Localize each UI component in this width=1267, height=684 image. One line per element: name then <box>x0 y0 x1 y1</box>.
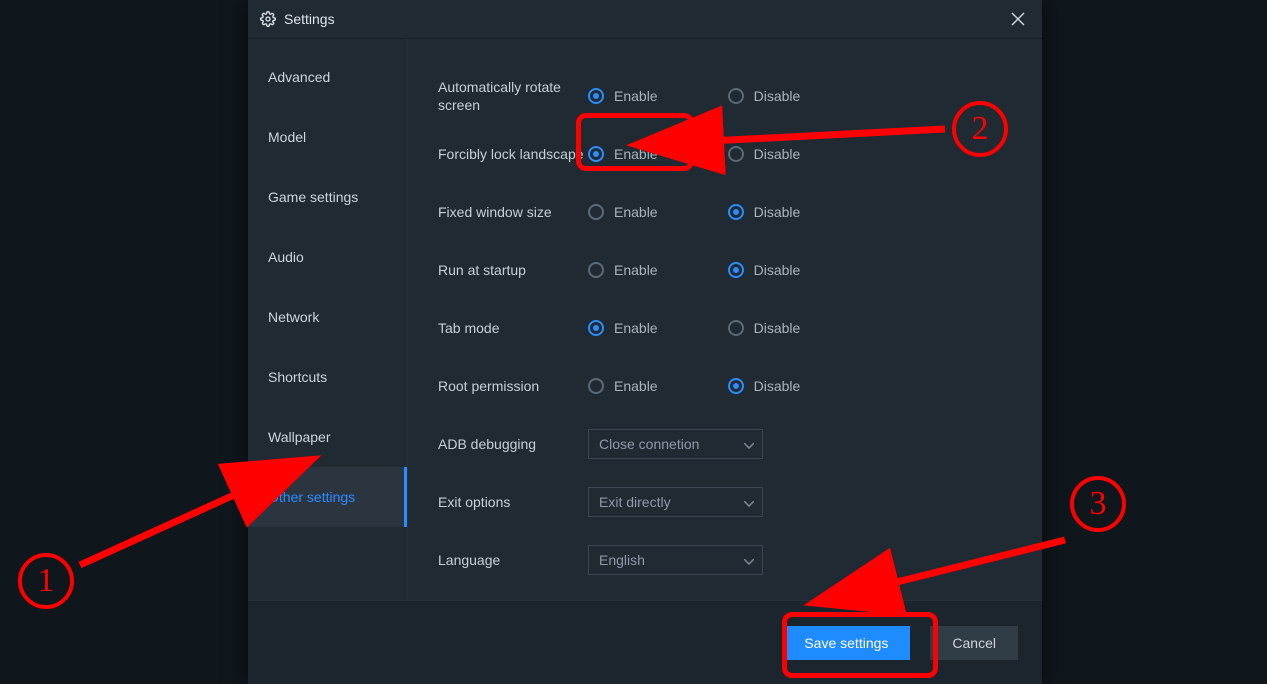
window-title: Settings <box>284 11 335 27</box>
row-fixed-window: Fixed window size Enable Disable <box>438 183 1012 241</box>
radio-disable[interactable]: Disable <box>728 320 801 336</box>
annotation-circle-1: 1 <box>18 553 74 609</box>
setting-label: Root permission <box>438 377 588 395</box>
save-button[interactable]: Save settings <box>782 626 910 660</box>
row-adb: ADB debugging Close connetion <box>438 415 1012 473</box>
gear-icon <box>260 11 276 27</box>
setting-label: Forcibly lock landscape <box>438 145 588 163</box>
select-exit[interactable]: Exit directly <box>588 487 763 517</box>
radio-disable[interactable]: Disable <box>728 88 801 104</box>
sidebar-item-audio[interactable]: Audio <box>248 227 407 287</box>
sidebar-item-wallpaper[interactable]: Wallpaper <box>248 407 407 467</box>
titlebar: Settings <box>248 0 1042 38</box>
radio-disable[interactable]: Disable <box>728 146 801 162</box>
row-run-startup: Run at startup Enable Disable <box>438 241 1012 299</box>
radio-enable[interactable]: Enable <box>588 88 658 104</box>
annotation-arrow-1 <box>70 470 270 580</box>
setting-label: Language <box>438 551 588 569</box>
close-button[interactable] <box>1006 7 1030 31</box>
radio-disable[interactable]: Disable <box>728 378 801 394</box>
chevron-down-icon <box>744 436 754 452</box>
annotation-circle-3: 3 <box>1070 476 1126 532</box>
sidebar-item-advanced[interactable]: Advanced <box>248 47 407 107</box>
dialog-footer: Save settings Cancel <box>248 600 1042 684</box>
setting-label: Tab mode <box>438 319 588 337</box>
setting-label: Fixed window size <box>438 203 588 221</box>
close-icon <box>1011 12 1025 26</box>
setting-label: ADB debugging <box>438 435 588 453</box>
select-language[interactable]: English <box>588 545 763 575</box>
setting-label: Run at startup <box>438 261 588 279</box>
radio-enable[interactable]: Enable <box>588 378 658 394</box>
sidebar-item-network[interactable]: Network <box>248 287 407 347</box>
row-auto-rotate: Automatically rotate screen Enable Disab… <box>438 67 1012 125</box>
radio-enable[interactable]: Enable <box>588 146 658 162</box>
sidebar-item-game-settings[interactable]: Game settings <box>248 167 407 227</box>
chevron-down-icon <box>744 494 754 510</box>
cancel-button[interactable]: Cancel <box>930 626 1018 660</box>
radio-enable[interactable]: Enable <box>588 262 658 278</box>
radio-enable[interactable]: Enable <box>588 320 658 336</box>
sidebar-item-model[interactable]: Model <box>248 107 407 167</box>
row-exit: Exit options Exit directly <box>438 473 1012 531</box>
settings-content: Automatically rotate screen Enable Disab… <box>408 39 1042 600</box>
select-adb[interactable]: Close connetion <box>588 429 763 459</box>
row-language: Language English <box>438 531 1012 589</box>
row-lock-landscape: Forcibly lock landscape Enable Disable <box>438 125 1012 183</box>
radio-disable[interactable]: Disable <box>728 262 801 278</box>
sidebar: Advanced Model Game settings Audio Netwo… <box>248 39 408 600</box>
sidebar-item-other-settings[interactable]: Other settings <box>248 467 407 527</box>
chevron-down-icon <box>744 552 754 568</box>
sidebar-item-shortcuts[interactable]: Shortcuts <box>248 347 407 407</box>
setting-label: Exit options <box>438 493 588 511</box>
radio-disable[interactable]: Disable <box>728 204 801 220</box>
row-root-permission: Root permission Enable Disable <box>438 357 1012 415</box>
row-tab-mode: Tab mode Enable Disable <box>438 299 1012 357</box>
radio-enable[interactable]: Enable <box>588 204 658 220</box>
setting-label: Automatically rotate screen <box>438 78 588 114</box>
settings-dialog: Settings Advanced Model Game settings Au… <box>248 0 1042 684</box>
